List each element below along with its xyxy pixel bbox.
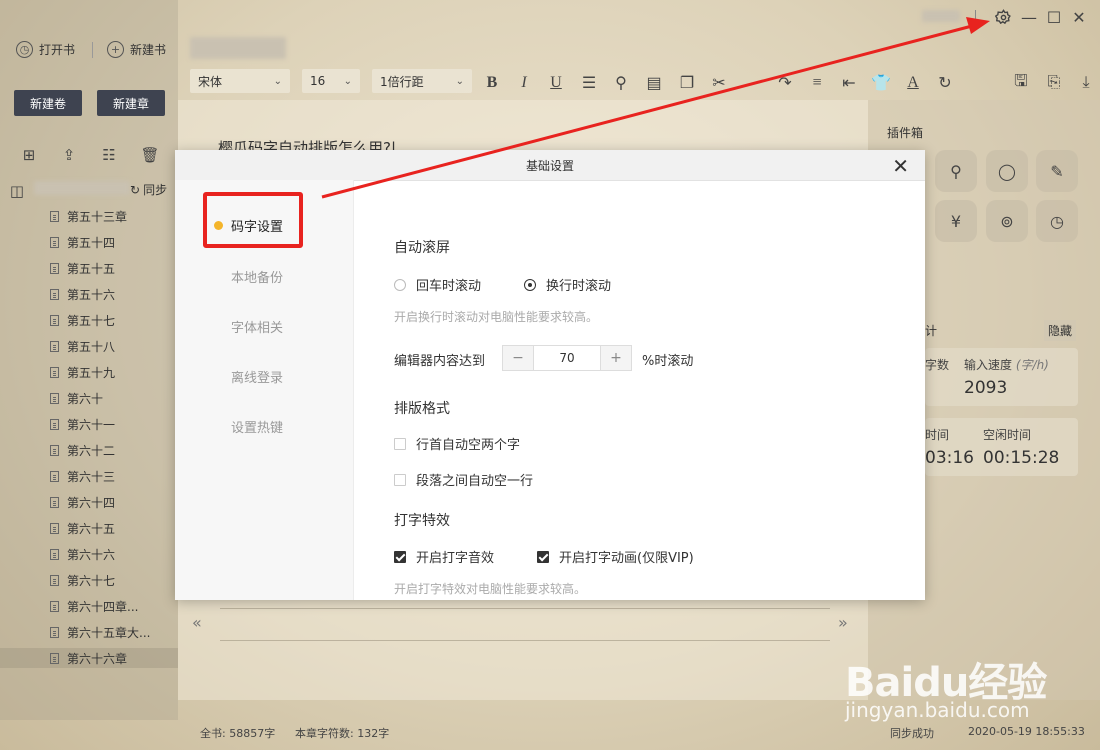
annotation-arrow (321, 17, 990, 199)
watermark-url: jingyan.baidu.com (845, 698, 1030, 722)
